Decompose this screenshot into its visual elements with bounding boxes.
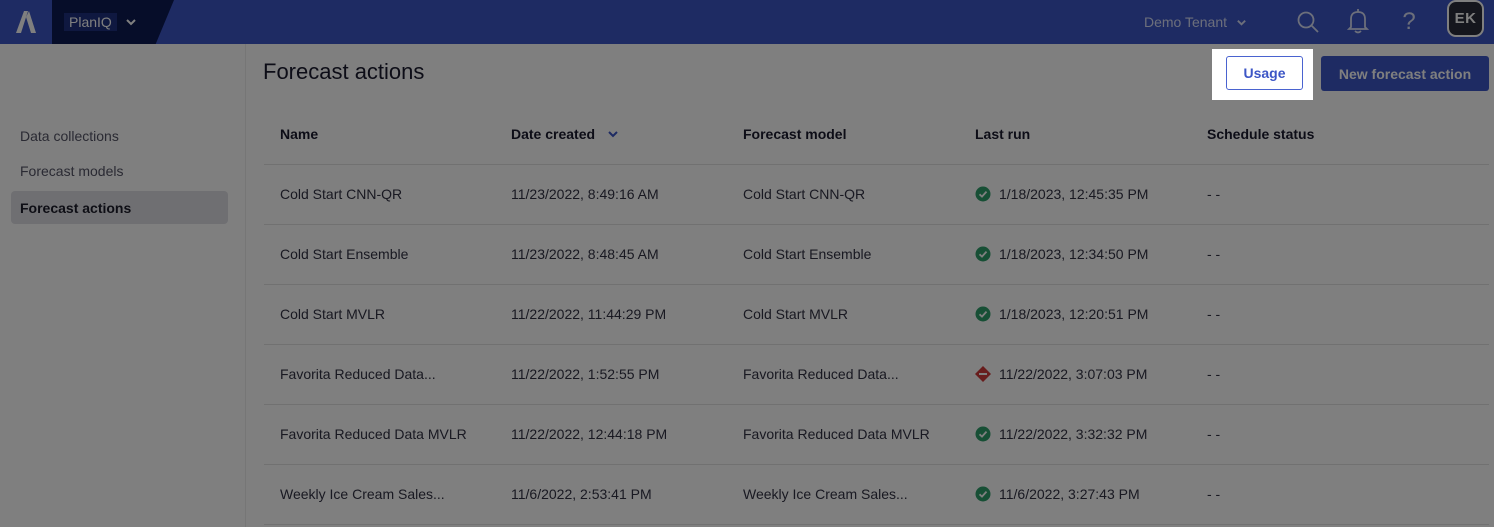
table-header: Name Date created Forecast model Last ru… xyxy=(264,104,1489,165)
help-icon: ? xyxy=(1402,8,1416,35)
column-label: Date created xyxy=(511,126,596,142)
logo-icon xyxy=(16,11,36,33)
bell-icon xyxy=(1347,9,1369,34)
cell-schedule-status: - - xyxy=(1207,486,1221,502)
column-label: Forecast model xyxy=(743,126,847,142)
column-label: Name xyxy=(280,126,319,142)
sidebar: Data collections Forecast models Forecas… xyxy=(0,44,246,527)
chevron-down-icon xyxy=(126,19,136,26)
app-name: PlanIQ xyxy=(64,13,117,31)
user-avatar[interactable]: EK xyxy=(1447,0,1484,37)
cell-name[interactable]: Cold Start CNN-QR xyxy=(280,186,402,202)
cell-date-created: 11/22/2022, 1:52:55 PM xyxy=(511,366,660,382)
cell-last-run: 1/18/2023, 12:20:51 PM xyxy=(975,306,1148,322)
new-forecast-action-button[interactable]: New forecast action xyxy=(1321,56,1489,91)
tenant-selector[interactable]: Demo Tenant xyxy=(1144,0,1247,44)
cell-date-created: 11/23/2022, 8:48:45 AM xyxy=(511,246,659,262)
search-icon xyxy=(1297,11,1319,33)
table-row[interactable]: Cold Start MVLR 11/22/2022, 11:44:29 PM Co… xyxy=(264,285,1489,345)
anaplan-logo[interactable] xyxy=(0,0,52,44)
cell-name[interactable]: Favorita Reduced Data... xyxy=(280,366,436,382)
cell-last-run: 11/6/2022, 3:27:43 PM xyxy=(975,486,1140,502)
success-check-icon xyxy=(975,186,991,202)
column-header-last-run[interactable]: Last run xyxy=(975,126,1030,142)
cell-schedule-status: - - xyxy=(1207,246,1221,262)
cell-name[interactable]: Favorita Reduced Data MVLR xyxy=(280,426,467,442)
cell-schedule-status: - - xyxy=(1207,186,1221,202)
cell-last-run: 1/18/2023, 12:45:35 PM xyxy=(975,186,1148,202)
column-label: Schedule status xyxy=(1207,126,1315,142)
last-run-time: 1/18/2023, 12:34:50 PM xyxy=(999,246,1149,262)
help-button[interactable]: ? xyxy=(1394,7,1424,37)
cell-name[interactable]: Cold Start MVLR xyxy=(280,306,385,322)
cell-forecast-model: Weekly Ice Cream Sales... xyxy=(743,486,908,502)
sidebar-item-data-collections[interactable]: Data collections xyxy=(11,119,228,152)
column-header-schedule-status[interactable]: Schedule status xyxy=(1207,126,1314,142)
cell-forecast-model: Cold Start Ensemble xyxy=(743,246,872,262)
page-title: Forecast actions xyxy=(263,59,425,84)
cell-forecast-model: Cold Start CNN-QR xyxy=(743,186,866,202)
cell-date-created: 11/22/2022, 11:44:29 PM xyxy=(511,306,667,322)
success-check-icon xyxy=(975,246,991,262)
success-check-icon xyxy=(975,486,991,502)
cell-date-created: 11/22/2022, 12:44:18 PM xyxy=(511,426,668,442)
table-row[interactable]: Weekly Ice Cream Sales... 11/6/2022, 2:53… xyxy=(264,465,1489,525)
column-header-name[interactable]: Name xyxy=(280,126,318,142)
column-header-forecast-model[interactable]: Forecast model xyxy=(743,126,846,142)
notifications-button[interactable] xyxy=(1343,7,1373,37)
table-row[interactable]: Cold Start Ensemble 11/23/2022, 8:48:45 A… xyxy=(264,225,1489,285)
sidebar-item-forecast-actions[interactable]: Forecast actions xyxy=(11,191,228,224)
sidebar-item-forecast-models[interactable]: Forecast models xyxy=(11,154,228,187)
last-run-time: 11/22/2022, 3:07:03 PM xyxy=(999,366,1148,382)
tenant-name: Demo Tenant xyxy=(1144,14,1228,30)
cell-forecast-model: Favorita Reduced Data MVLR xyxy=(743,426,930,442)
chevron-down-icon xyxy=(1237,19,1246,26)
column-label: Last run xyxy=(975,126,1031,142)
usage-button[interactable]: Usage xyxy=(1226,56,1303,90)
sort-descending-icon xyxy=(608,131,618,138)
cell-forecast-model: Favorita Reduced Data... xyxy=(743,366,899,382)
cell-schedule-status: - - xyxy=(1207,306,1221,322)
last-run-time: 11/22/2022, 3:32:32 PM xyxy=(999,426,1148,442)
last-run-time: 1/18/2023, 12:20:51 PM xyxy=(999,306,1149,322)
cell-name[interactable]: Cold Start Ensemble xyxy=(280,246,408,262)
cell-schedule-status: - - xyxy=(1207,426,1221,442)
table-row[interactable]: Favorita Reduced Data MVLR 11/22/2022, 12… xyxy=(264,405,1489,465)
last-run-time: 11/6/2022, 3:27:43 PM xyxy=(999,486,1140,502)
cell-name[interactable]: Weekly Ice Cream Sales... xyxy=(280,486,445,502)
cell-last-run: 11/22/2022, 3:07:03 PM xyxy=(975,366,1147,382)
last-run-time: 1/18/2023, 12:45:35 PM xyxy=(999,186,1149,202)
cell-forecast-model: Cold Start MVLR xyxy=(743,306,849,322)
cell-schedule-status: - - xyxy=(1207,366,1221,382)
success-check-icon xyxy=(975,426,991,442)
app-switcher[interactable]: PlanIQ xyxy=(52,0,174,44)
error-icon xyxy=(975,366,991,382)
table-row[interactable]: Cold Start CNN-QR 11/23/2022, 8:49:16 AM C… xyxy=(264,165,1489,225)
success-check-icon xyxy=(975,306,991,322)
cell-last-run: 11/22/2022, 3:32:32 PM xyxy=(975,426,1147,442)
forecast-actions-table: Name Date created Forecast model Last ru… xyxy=(264,104,1489,525)
top-navigation-bar: PlanIQ Demo Tenant ? EK xyxy=(0,0,1494,44)
search-button[interactable] xyxy=(1293,7,1323,37)
cell-date-created: 11/23/2022, 8:49:16 AM xyxy=(511,186,659,202)
cell-last-run: 1/18/2023, 12:34:50 PM xyxy=(975,246,1148,262)
table-row[interactable]: Favorita Reduced Data... 11/22/2022, 1:52… xyxy=(264,345,1489,405)
cell-date-created: 11/6/2022, 2:53:41 PM xyxy=(511,486,652,502)
column-header-date-created[interactable]: Date created xyxy=(511,126,619,142)
